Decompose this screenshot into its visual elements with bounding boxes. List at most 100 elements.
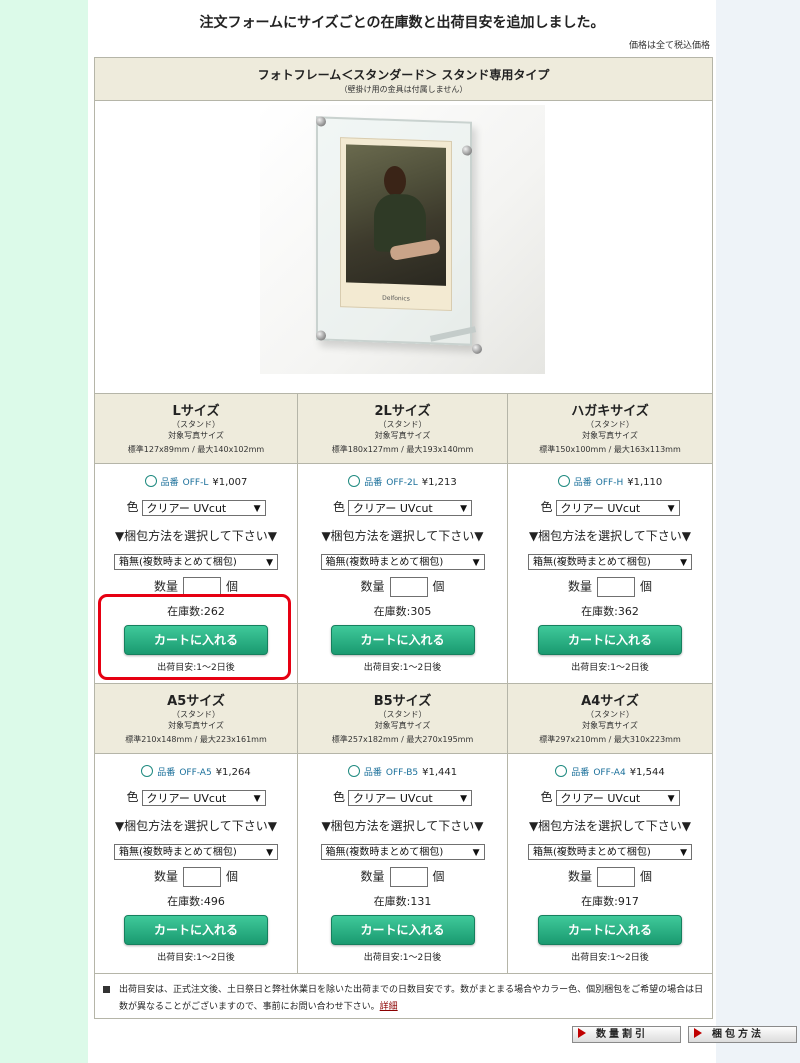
select-radio[interactable] (555, 765, 568, 777)
size-dimensions: 標準297x210mm / 最大310x223mm (539, 735, 681, 744)
chevron-down-icon: ▼ (667, 793, 675, 804)
color-value: クリアー UVcut (146, 501, 227, 515)
qty-label: 数量 (153, 579, 178, 594)
add-to-cart-button[interactable]: カートに入れる (538, 915, 682, 945)
size-name: 2Lサイズ (374, 404, 431, 419)
size-dimensions: 標準257x182mm / 最大270x195mm (331, 735, 474, 744)
size-target: 対象写真サイズ (374, 721, 431, 730)
color-select[interactable]: クリアー UVcut ▼ (555, 499, 680, 516)
add-to-cart-button[interactable]: カートに入れる (538, 625, 682, 655)
stock-count: 在庫数:131 (373, 895, 432, 908)
color-select[interactable]: クリアー UVcut ▼ (555, 789, 680, 806)
pack-heading: ▼梱包方法を選択して下さい▼ (321, 529, 484, 543)
product-code: OFF-A4 (593, 768, 626, 778)
pack-select[interactable]: 箱無(複数時まとめて梱包) ▼ (114, 844, 278, 860)
qty-line: 数量 個 (298, 867, 507, 887)
pack-line: 箱無(複数時まとめて梱包) ▼ (298, 844, 507, 860)
chevron-down-icon: ▼ (460, 793, 467, 804)
code-line: 品番 OFF-A4 ¥1,544 (508, 765, 712, 778)
code-prefix: 品番 (363, 768, 382, 778)
price: ¥1,264 (215, 767, 251, 778)
pack-line: 箱無(複数時まとめて梱包) ▼ (508, 554, 712, 570)
pack-line: 箱無(複数時まとめて梱包) ▼ (298, 554, 507, 570)
chevron-down-icon: ▼ (266, 848, 273, 858)
size-header: B5サイズ （スタンド） 対象写真サイズ 標準257x182mm / 最大270… (298, 684, 508, 753)
size-name: B5サイズ (373, 694, 432, 709)
qty-unit: 個 (226, 579, 239, 594)
product-code: OFF-2L (386, 478, 418, 488)
color-label: 色 (540, 790, 553, 804)
left-margin (0, 0, 88, 1063)
size-type: （スタンド） (378, 710, 427, 719)
quantity-input[interactable] (389, 577, 428, 597)
right-margin (716, 0, 800, 1063)
color-select[interactable]: クリアー UVcut ▼ (141, 499, 266, 516)
size-target: 対象写真サイズ (168, 431, 224, 440)
ship-estimate: 出荷目安:1～2日後 (363, 663, 442, 673)
pack-value: 箱無(複数時まとめて梱包) (325, 557, 444, 568)
qty-unit: 個 (432, 869, 445, 884)
portrait-image (346, 144, 446, 286)
color-value: クリアー UVcut (353, 791, 433, 805)
pack-select[interactable]: 箱無(複数時まとめて梱包) ▼ (114, 554, 278, 570)
stock-count: 在庫数:305 (373, 605, 432, 618)
color-value: クリアー UVcut (560, 501, 641, 515)
qty-unit: 個 (640, 869, 653, 884)
price: ¥1,110 (627, 477, 663, 488)
color-label: 色 (126, 790, 139, 804)
details-link[interactable]: 詳細 (380, 1002, 398, 1012)
code-prefix: 品番 (160, 478, 179, 488)
pack-select[interactable]: 箱無(複数時まとめて梱包) ▼ (320, 844, 485, 860)
qty-unit: 個 (640, 579, 653, 594)
color-select[interactable]: クリアー UVcut ▼ (141, 789, 266, 806)
ship-estimate: 出荷目安:1～2日後 (157, 953, 235, 963)
size-header: ハガキサイズ （スタンド） 対象写真サイズ 標準150x100mm / 最大16… (508, 394, 712, 463)
select-radio[interactable] (347, 765, 360, 777)
size-name: A5サイズ (167, 694, 225, 709)
size-dimensions: 標準150x100mm / 最大163x113mm (539, 445, 681, 454)
chevron-down-icon: ▼ (667, 503, 675, 514)
price: ¥1,441 (422, 767, 458, 778)
product-code: OFF-B5 (385, 768, 419, 778)
pack-select[interactable]: 箱無(複数時まとめて梱包) ▼ (320, 554, 485, 570)
size-type: （スタンド） (172, 420, 220, 429)
pack-method-button[interactable]: 梱包方法 (688, 1026, 797, 1043)
add-to-cart-button[interactable]: カートに入れる (124, 915, 268, 945)
code-line: 品番 OFF-B5 ¥1,441 (298, 765, 507, 778)
code-line: 品番 OFF-2L ¥1,213 (298, 475, 507, 488)
stock-count: 在庫数:917 (581, 895, 639, 908)
add-to-cart-button[interactable]: カートに入れる (330, 915, 475, 945)
color-label: 色 (332, 790, 345, 804)
color-select[interactable]: クリアー UVcut ▼ (348, 499, 472, 516)
color-label: 色 (126, 500, 139, 514)
qty-unit: 個 (432, 579, 445, 594)
size-name: ハガキサイズ (571, 404, 649, 419)
product-title-bar: フォトフレーム＜スタンダード＞ スタンド専用タイプ （壁掛け用の金具は付属しませ… (95, 58, 712, 101)
quantity-input[interactable] (389, 867, 428, 887)
pack-line: 箱無(複数時まとめて梱包) ▼ (95, 554, 297, 570)
acrylic-frame: Delfonics (316, 116, 482, 355)
tax-note: 価格は全て税込価格 (628, 41, 710, 51)
quantity-input[interactable] (183, 867, 221, 887)
select-radio[interactable] (141, 765, 154, 777)
pack-heading: ▼梱包方法を選択して下さい▼ (114, 819, 278, 833)
chevron-down-icon: ▼ (253, 793, 261, 804)
select-radio[interactable] (144, 475, 157, 487)
select-radio[interactable] (348, 475, 361, 487)
code-line: 品番 OFF-H ¥1,110 (508, 475, 712, 488)
size-target: 対象写真サイズ (168, 721, 224, 730)
size-target: 対象写真サイズ (374, 431, 431, 440)
code-line: 品番 OFF-L ¥1,007 (95, 475, 297, 488)
select-radio[interactable] (557, 475, 570, 487)
quantity-input[interactable] (597, 867, 635, 887)
order-form-2l: 品番 OFF-2L ¥1,213 色クリアー UVcut ▼ ▼梱包方法を選択して下さ… (298, 464, 508, 683)
pack-select[interactable]: 箱無(複数時まとめて梱包) ▼ (528, 554, 692, 570)
pack-select[interactable]: 箱無(複数時まとめて梱包) ▼ (528, 844, 692, 860)
code-prefix: 品番 (571, 768, 590, 778)
color-select[interactable]: クリアー UVcut ▼ (348, 789, 472, 806)
add-to-cart-button[interactable]: カートに入れる (330, 625, 475, 655)
qty-discount-button[interactable]: 数量割引 (572, 1026, 681, 1043)
order-form-b5: 品番 OFF-B5 ¥1,441 色クリアー UVcut ▼ ▼梱包方法を選択して下さ… (298, 754, 508, 973)
update-notice: 注文フォームにサイズごとの在庫数と出荷目安を追加しました。 (199, 15, 605, 31)
quantity-input[interactable] (597, 577, 635, 597)
